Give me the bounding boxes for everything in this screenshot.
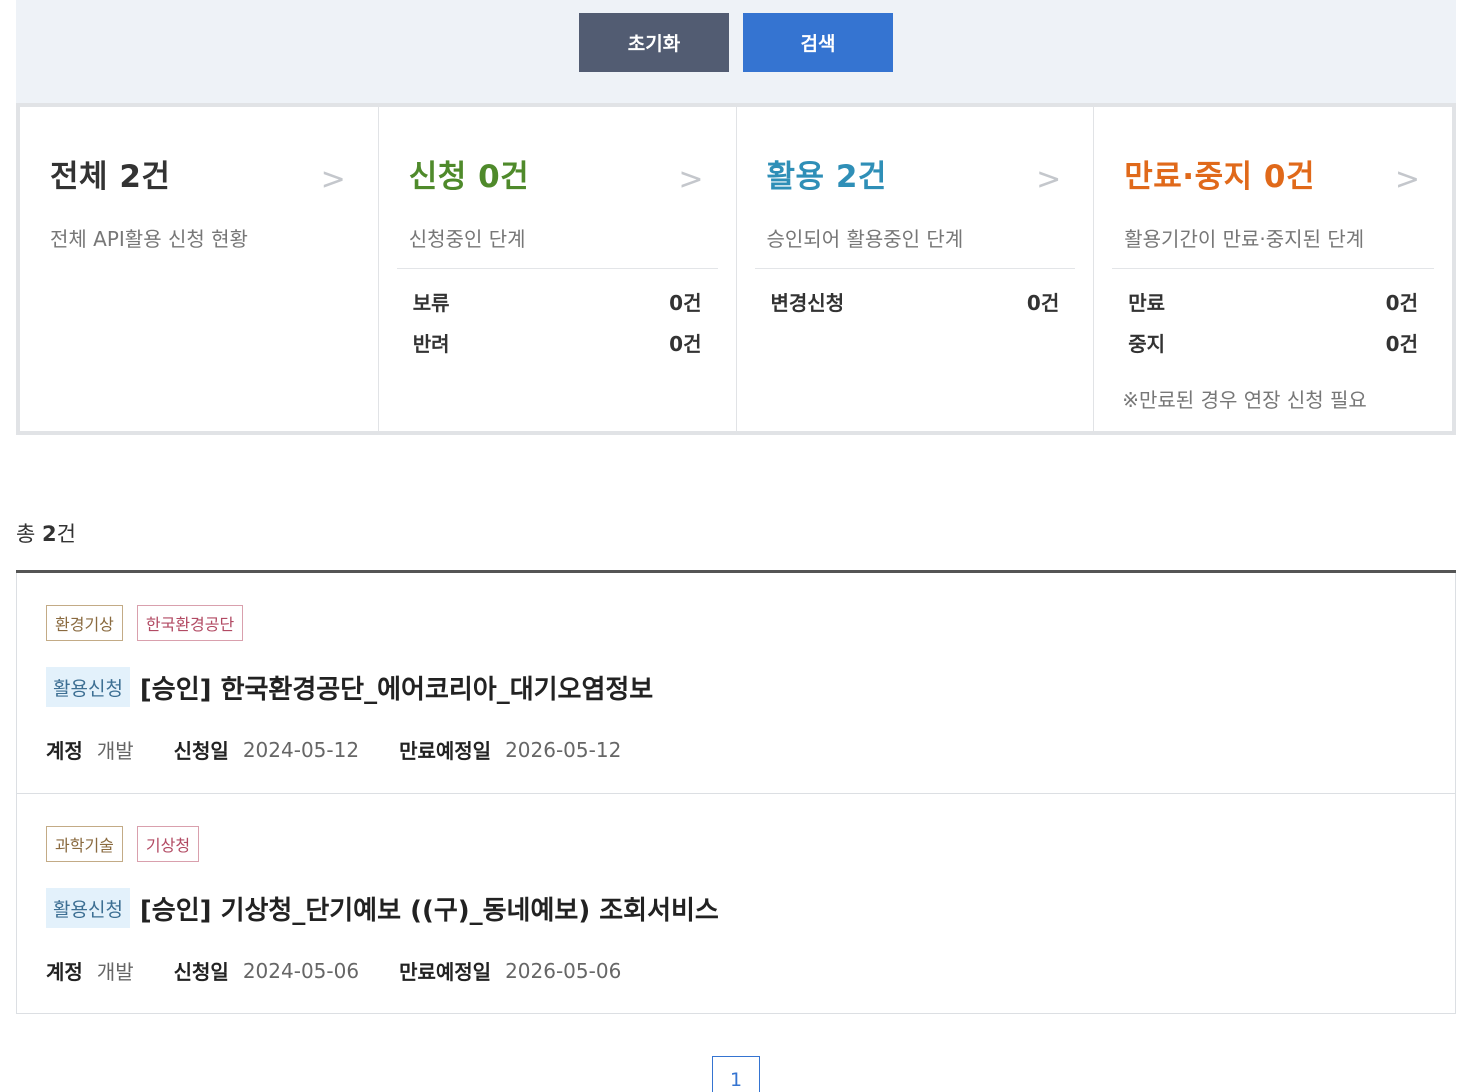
- item-title-line: 활용신청 [승인] 한국환경공단_에어코리아_대기오염정보: [46, 667, 653, 707]
- summary-expire-title: 만료·중지 0건: [1124, 159, 1315, 195]
- item-meta: 계정 개발 신청일 2024-05-06 만료예정일 2026-05-06: [46, 956, 661, 985]
- count-suffix: 건: [56, 522, 76, 546]
- list-item: 환경기상 한국환경공단 활용신청 [승인] 한국환경공단_에어코리아_대기오염정…: [16, 573, 1456, 794]
- summary-use-desc: 승인되어 활용중인 단계: [766, 227, 964, 251]
- summary-card-total[interactable]: 전체 2건 > 전체 API활용 신청 현황: [20, 107, 379, 431]
- expire-date-value: 2026-05-06: [505, 958, 622, 983]
- stat-value: 0건: [1026, 291, 1060, 315]
- count-value: 2: [42, 522, 57, 546]
- stat-row-stopped: 중지 0건: [1128, 328, 1418, 358]
- divider: [1112, 268, 1434, 269]
- account-label: 계정: [46, 739, 83, 763]
- apply-date-label: 신청일: [173, 739, 229, 763]
- chevron-right-icon: >: [320, 162, 346, 197]
- account-label: 계정: [46, 960, 83, 984]
- item-title-line: 활용신청 [승인] 기상청_단기예보 ((구)_동네예보) 조회서비스: [46, 888, 719, 928]
- category-tag: 환경기상: [46, 605, 123, 641]
- apply-date-value: 2024-05-06: [242, 958, 360, 983]
- stat-row-change: 변경신청 0건: [771, 287, 1060, 317]
- stat-label: 만료: [1128, 291, 1166, 315]
- stat-label: 중지: [1128, 332, 1166, 356]
- chevron-right-icon: >: [678, 162, 704, 197]
- chevron-right-icon: >: [1394, 162, 1420, 197]
- page-number-current[interactable]: 1: [712, 1056, 760, 1092]
- summary-use-title: 활용 2건: [766, 159, 887, 195]
- stat-row-hold: 보류 0건: [413, 287, 702, 317]
- account-value: 개발: [96, 739, 134, 763]
- status-badge: 활용신청: [46, 667, 130, 707]
- expire-note: ※만료된 경우 연장 신청 필요: [1122, 388, 1367, 412]
- expire-date-value: 2026-05-12: [505, 737, 622, 762]
- category-tag: 과학기술: [46, 826, 123, 862]
- stat-row-reject: 반려 0건: [413, 328, 702, 358]
- item-title-link[interactable]: [승인] 기상청_단기예보 ((구)_동네예보) 조회서비스: [140, 890, 719, 927]
- list-item: 과학기술 기상청 활용신청 [승인] 기상청_단기예보 ((구)_동네예보) 조…: [16, 794, 1456, 1014]
- stat-value: 0건: [669, 332, 702, 356]
- stat-value: 0건: [1385, 291, 1418, 315]
- item-title-link[interactable]: [승인] 한국환경공단_에어코리아_대기오염정보: [140, 669, 653, 706]
- divider: [396, 268, 718, 269]
- summary-total-desc: 전체 API활용 신청 현황: [50, 227, 248, 251]
- summary-card-apply[interactable]: 신청 0건 > 신청중인 단계 보류 0건 반려 0건: [379, 107, 737, 431]
- search-action-bar: 초기화 검색: [16, 0, 1456, 103]
- summary-card-expire[interactable]: 만료·중지 0건 > 활용기간이 만료·중지된 단계 만료 0건 중지 0건 ※…: [1094, 107, 1452, 431]
- result-count: 총 2건: [16, 518, 76, 548]
- summary-apply-title: 신청 0건: [408, 159, 530, 195]
- stat-row-expired: 만료 0건: [1128, 287, 1418, 317]
- reset-button[interactable]: 초기화: [579, 13, 729, 72]
- chevron-right-icon: >: [1036, 162, 1062, 197]
- item-meta: 계정 개발 신청일 2024-05-12 만료예정일 2026-05-12: [46, 735, 661, 764]
- tag-group: 과학기술 기상청: [46, 826, 200, 862]
- expire-date-label: 만료예정일: [399, 960, 492, 984]
- org-tag: 기상청: [136, 826, 200, 862]
- org-tag: 한국환경공단: [136, 605, 244, 641]
- summary-total-title: 전체 2건: [50, 159, 171, 195]
- status-summary: 전체 2건 > 전체 API활용 신청 현황 신청 0건 > 신청중인 단계 보…: [16, 103, 1456, 435]
- count-prefix: 총: [16, 522, 42, 546]
- status-badge: 활용신청: [46, 888, 130, 928]
- application-list: 환경기상 한국환경공단 활용신청 [승인] 한국환경공단_에어코리아_대기오염정…: [16, 570, 1456, 1014]
- expire-date-label: 만료예정일: [399, 739, 492, 763]
- apply-date-value: 2024-05-12: [242, 737, 360, 762]
- tag-group: 환경기상 한국환경공단: [46, 605, 244, 641]
- stat-label: 보류: [412, 291, 450, 315]
- stat-label: 반려: [412, 332, 450, 356]
- stat-value: 0건: [1385, 332, 1418, 356]
- apply-date-label: 신청일: [173, 960, 229, 984]
- stat-value: 0건: [669, 291, 702, 315]
- search-button[interactable]: 검색: [743, 13, 893, 72]
- summary-expire-desc: 활용기간이 만료·중지된 단계: [1124, 227, 1365, 251]
- summary-apply-desc: 신청중인 단계: [408, 227, 526, 251]
- divider: [754, 268, 1076, 269]
- summary-card-use[interactable]: 활용 2건 > 승인되어 활용중인 단계 변경신청 0건: [737, 107, 1095, 431]
- account-value: 개발: [96, 960, 134, 984]
- stat-label: 변경신청: [770, 291, 845, 315]
